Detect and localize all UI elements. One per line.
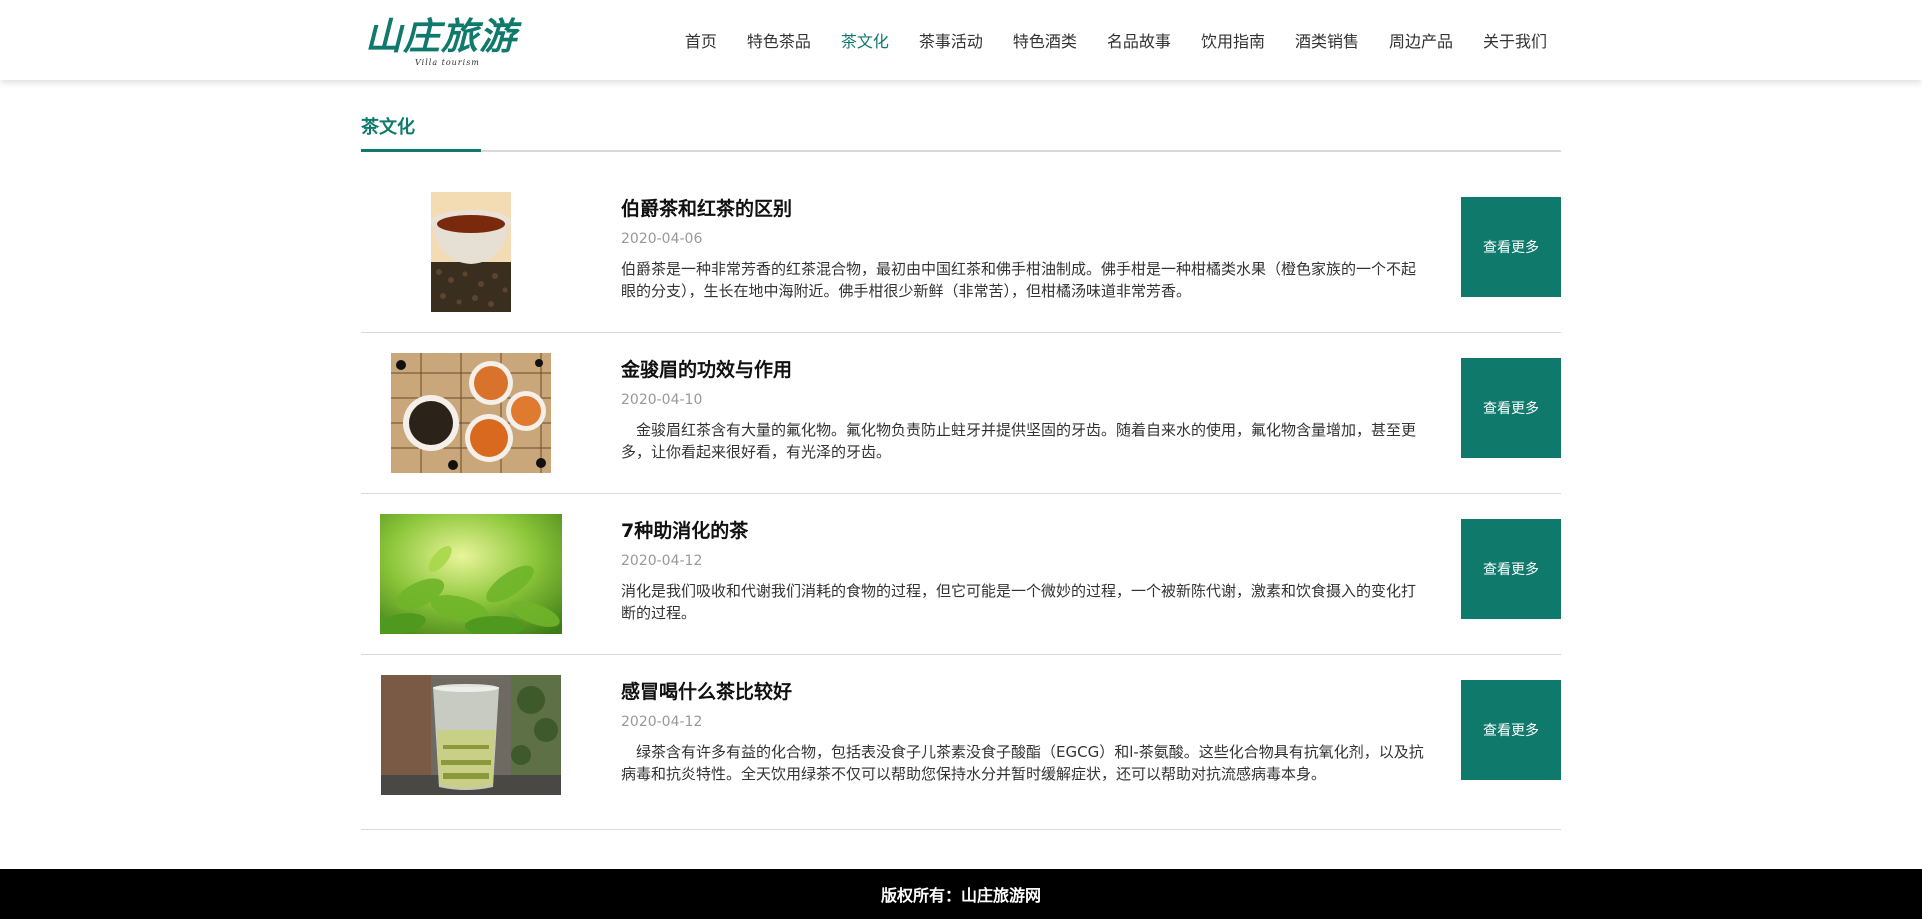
article-date: 2020-04-06 — [621, 231, 703, 247]
article-list: 伯爵茶和红茶的区别 2020-04-06 伯爵茶是一种非常芳香的红茶混合物，最初… — [361, 172, 1561, 830]
list-item: 伯爵茶和红茶的区别 2020-04-06 伯爵茶是一种非常芳香的红茶混合物，最初… — [361, 172, 1561, 333]
list-item: 7种助消化的茶 2020-04-12 消化是我们吸收和代谢我们消耗的食物的过程，… — [361, 494, 1561, 655]
article-summary: 伯爵茶是一种非常芳香的红茶混合物，最初由中国红茶和佛手柑油制成。佛手柑是一种柑橘… — [621, 260, 1417, 300]
article-title[interactable]: 伯爵茶和红茶的区别 — [621, 194, 792, 221]
nav-item-liquor[interactable]: 特色酒类 — [1013, 28, 1077, 52]
title-divider — [361, 150, 1561, 152]
article-summary: 消化是我们吸收和代谢我们消耗的食物的过程，但它可能是一个微妙的过程，一个被新陈代… — [621, 582, 1417, 622]
nav-item-liquor-sales[interactable]: 酒类销售 — [1295, 28, 1359, 52]
nav-item-tea-culture[interactable]: 茶文化 — [841, 28, 889, 52]
page-title: 茶文化 — [361, 117, 415, 138]
site-header: 山庄旅游 Villa tourism 首页 特色茶品 茶文化 茶事活动 特色酒类… — [0, 0, 1922, 80]
list-item: 感冒喝什么茶比较好 2020-04-12 绿茶含有许多有益的化合物，包括表没食子… — [361, 655, 1561, 830]
article-summary: 金骏眉红茶含有大量的氟化物。氟化物负责防止蛀牙并提供坚固的牙齿。随着自来水的使用… — [621, 421, 1417, 461]
view-more-button[interactable]: 查看更多 — [1461, 680, 1561, 780]
nav-item-guide[interactable]: 饮用指南 — [1201, 28, 1265, 52]
list-item: 金骏眉的功效与作用 2020-04-10 金骏眉红茶含有大量的氟化物。氟化物负责… — [361, 333, 1561, 494]
article-thumbnail[interactable] — [431, 192, 511, 312]
nav-item-merchandise[interactable]: 周边产品 — [1389, 28, 1453, 52]
logo-subtitle: Villa tourism — [415, 58, 480, 67]
main-nav: 首页 特色茶品 茶文化 茶事活动 特色酒类 名品故事 饮用指南 酒类销售 周边产… — [655, 0, 1547, 80]
title-accent-bar — [361, 149, 481, 152]
article-title[interactable]: 金骏眉的功效与作用 — [621, 355, 792, 382]
view-more-button[interactable]: 查看更多 — [1461, 197, 1561, 297]
article-date: 2020-04-12 — [621, 553, 703, 569]
nav-item-tea-products[interactable]: 特色茶品 — [747, 28, 811, 52]
logo-title: 山庄旅游 — [365, 14, 517, 58]
nav-item-stories[interactable]: 名品故事 — [1107, 28, 1171, 52]
nav-item-home[interactable]: 首页 — [685, 28, 717, 52]
article-date: 2020-04-10 — [621, 392, 703, 408]
article-thumbnail[interactable] — [391, 353, 551, 473]
article-title[interactable]: 7种助消化的茶 — [621, 516, 748, 543]
article-title[interactable]: 感冒喝什么茶比较好 — [621, 677, 792, 704]
article-date: 2020-04-12 — [621, 714, 703, 730]
site-footer: 版权所有：山庄旅游网 — [0, 869, 1922, 919]
nav-item-about[interactable]: 关于我们 — [1483, 28, 1547, 52]
nav-item-tea-events[interactable]: 茶事活动 — [919, 28, 983, 52]
view-more-button[interactable]: 查看更多 — [1461, 519, 1561, 619]
article-summary: 绿茶含有许多有益的化合物，包括表没食子儿茶素没食子酸酯（EGCG）和l-茶氨酸。… — [621, 743, 1424, 783]
copyright-text: 版权所有：山庄旅游网 — [880, 886, 1041, 905]
site-logo[interactable]: 山庄旅游 Villa tourism — [365, 14, 525, 72]
view-more-button[interactable]: 查看更多 — [1461, 358, 1561, 458]
article-thumbnail[interactable] — [381, 675, 561, 795]
article-thumbnail[interactable] — [380, 514, 562, 634]
